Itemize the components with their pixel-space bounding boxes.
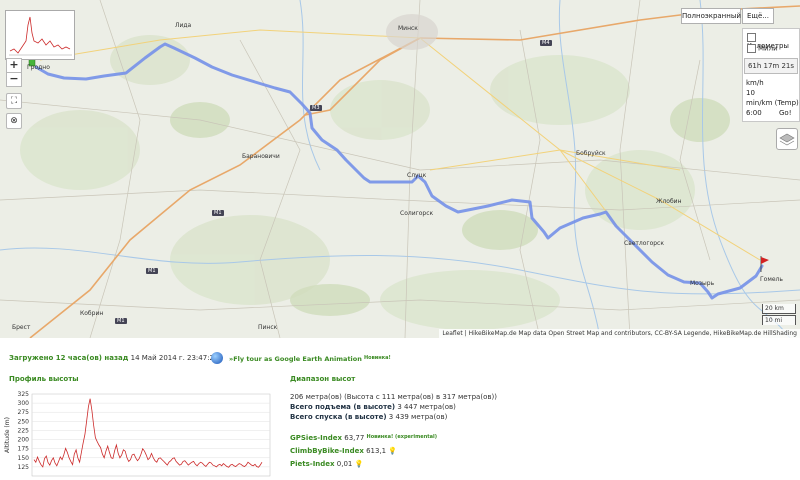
climb-value: 613,1 [366, 447, 387, 455]
city-label: Солигорск [400, 210, 434, 217]
piets-value: 0,01 [336, 460, 353, 468]
ascent-value: 3 447 метра(ов) [397, 403, 456, 411]
road-shield: M3 [310, 105, 322, 111]
y-tick-label: 125 [18, 464, 30, 471]
ascent-line: Всего подъема (в высоте) 3 447 метра(ов) [290, 403, 456, 411]
city-label: Гомель [760, 276, 783, 283]
zoom-out-button[interactable]: − [6, 72, 22, 87]
plot-area [31, 393, 271, 477]
city-label: Брест [12, 324, 31, 331]
layers-icon [779, 133, 795, 146]
city-label: Жлобин [656, 198, 682, 205]
city-label: Светлогорск [624, 240, 664, 247]
city-label: Пинск [258, 324, 278, 331]
descent-line: Всего спуска (в высоте) 3 439 метра(ов) [290, 413, 447, 421]
city-label: Мозырь [690, 280, 715, 287]
locate-icon[interactable]: ⊗ [6, 113, 22, 129]
bulb-icon[interactable]: 💡 [388, 447, 397, 455]
loaded-line: Загружено 12 часа(ов) назад 14 Май 2014 … [9, 354, 218, 362]
range-line: 206 метра(ов) (Высота с 111 метра(ов) в … [290, 393, 497, 401]
climb-label[interactable]: ClimbByBike-Index [290, 447, 364, 455]
google-earth-icon[interactable] [211, 352, 223, 364]
loaded-label: Загружено 12 часа(ов) назад [9, 354, 129, 362]
fullscreen-button[interactable]: Полноэкранный [681, 8, 741, 24]
y-tick-label: 275 [18, 409, 30, 416]
city-label: Бобруйск [576, 150, 606, 157]
elevation-thumbnail-graph [9, 16, 72, 56]
ascent-label: Всего подъема (в высоте) [290, 403, 396, 411]
y-tick-label: 300 [18, 400, 30, 407]
gpsies-value: 63,77 [344, 434, 365, 442]
route-map[interactable]: Гродно Лида Минск Барановичи Слуцк Солиг… [0, 0, 800, 338]
gpsies-label[interactable]: GPSies-Index [290, 434, 342, 442]
city-label: Кобрин [80, 310, 104, 317]
y-tick-label: 150 [18, 455, 30, 462]
road-shield: M1 [115, 318, 127, 324]
city-label: Гродно [27, 64, 50, 71]
mi-checkbox[interactable] [747, 44, 756, 53]
duration-display[interactable]: 61h 17m 21s [744, 58, 798, 74]
scale-km: 20 km [762, 304, 796, 314]
speed-input[interactable]: 10 [746, 89, 755, 97]
fly-tour-link[interactable]: »Fly tour as Google Earth Animation Нови… [229, 355, 391, 363]
pace-label: min/km (Temp) [746, 99, 799, 107]
zoom-in-button[interactable]: + [6, 58, 22, 73]
gpsies-new-badge: Новинка! (experimental) [366, 434, 438, 440]
more-button[interactable]: Ещё... [742, 8, 774, 24]
descent-value: 3 439 метра(ов) [388, 413, 448, 421]
y-tick-label: 325 [18, 391, 30, 398]
layers-button[interactable] [776, 128, 798, 150]
map-scale: 20 km 10 mi [762, 304, 796, 326]
profile-title: Профиль высоты [9, 375, 79, 383]
mi-option[interactable]: Мили [747, 44, 778, 53]
units-panel: Километры Мили km/h 10 min/km (Temp) 6:0… [742, 28, 800, 122]
track-info: Загружено 12 часа(ов) назад 14 Май 2014 … [0, 338, 800, 480]
end-marker[interactable] [761, 257, 769, 264]
gpsies-line: GPSies-Index 63,77 Новинка! (experimenta… [290, 434, 437, 442]
bulb-icon[interactable]: 💡 [355, 460, 364, 468]
fly-tour-label[interactable]: »Fly tour as Google Earth Animation [229, 355, 362, 363]
road-shield: M1 [146, 268, 158, 274]
km-checkbox[interactable] [747, 33, 756, 42]
go-button[interactable]: Go! [779, 109, 792, 117]
city-label: Барановичи [242, 153, 280, 160]
y-tick-label: 200 [18, 437, 30, 444]
road-shield: M1 [212, 210, 224, 216]
road-shield: M4 [540, 40, 552, 46]
elevation-thumbnail[interactable] [5, 10, 75, 60]
range-title: Диапазон высот [290, 375, 356, 383]
y-tick-label: 225 [18, 427, 30, 434]
scale-mi: 10 mi [762, 315, 796, 325]
climb-line: ClimbByBike-Index 613,1 💡 [290, 447, 397, 455]
city-label: Слуцк [407, 172, 427, 179]
piets-line: Piets-Index 0,01 💡 [290, 460, 363, 468]
new-badge: Новинка! [363, 355, 391, 361]
loaded-date: 14 Май 2014 г. 23:47:25 [130, 354, 219, 362]
map-attribution[interactable]: Leaflet | HikeBikeMap.de Map data Open S… [439, 329, 800, 338]
map-base [0, 0, 800, 338]
pace-input[interactable]: 6:00 [746, 109, 762, 117]
elevation-profile-chart[interactable]: 125 150 175 200 225 250 275 300 325 Altitude (m) [0, 390, 275, 480]
city-label: Лида [175, 22, 192, 29]
speed-unit: km/h [746, 79, 764, 87]
y-axis-label: Altitude (m) [4, 417, 11, 453]
mi-label: Мили [758, 44, 778, 53]
city-label: Минск [398, 25, 418, 32]
y-tick-label: 250 [18, 418, 30, 425]
descent-label: Всего спуска (в высоте) [290, 413, 387, 421]
piets-label[interactable]: Piets-Index [290, 460, 335, 468]
y-tick-label: 175 [18, 446, 30, 453]
fullscreen-icon[interactable]: ⛶ [6, 93, 22, 109]
